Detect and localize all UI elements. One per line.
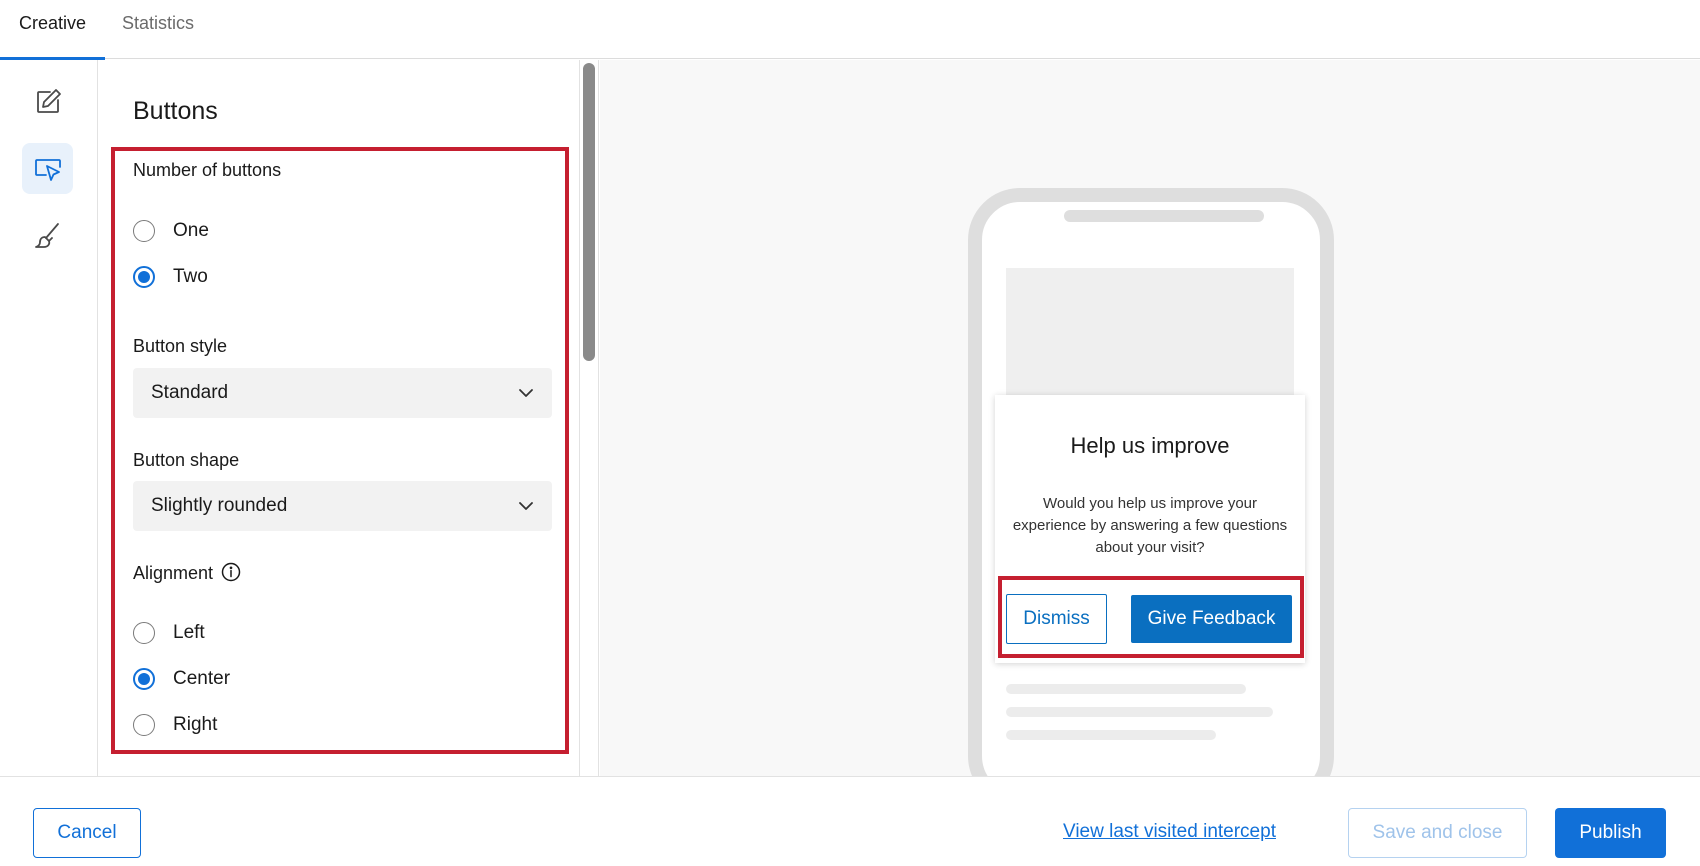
top-tab-bar: Creative Statistics <box>0 0 1700 60</box>
panel-title: Buttons <box>133 97 218 125</box>
tab-creative[interactable]: Creative <box>0 0 105 60</box>
popup-body: Would you help us improve your experienc… <box>1012 495 1288 556</box>
button-shape-value: Slightly rounded <box>151 495 288 516</box>
radio-center[interactable]: Center <box>133 666 230 692</box>
brush-icon <box>34 222 59 248</box>
button-style-value: Standard <box>151 382 229 403</box>
radio-label: Left <box>173 622 205 643</box>
tab-creative-label: Creative <box>18 13 87 33</box>
cancel-button[interactable]: Cancel <box>33 808 141 858</box>
placeholder-image-block <box>1006 268 1294 398</box>
button-shape-label: Button shape <box>133 450 240 470</box>
placeholder-line <box>1006 707 1273 717</box>
rail-style-button[interactable] <box>22 210 73 261</box>
view-last-visited-intercept-link[interactable]: View last visited intercept <box>1063 821 1276 843</box>
popup-title: Help us improve <box>1070 433 1230 458</box>
radio-circle[interactable] <box>133 220 155 242</box>
phone-notch <box>1064 210 1264 222</box>
radio-label: Right <box>173 714 218 735</box>
tab-statistics[interactable]: Statistics <box>122 0 194 59</box>
radio-label: One <box>173 220 209 241</box>
side-icon-rail <box>0 60 98 776</box>
alignment-label-text: Alignment <box>133 563 214 583</box>
radio-one[interactable]: One <box>133 218 209 244</box>
pointer-click-icon <box>34 158 61 181</box>
alignment-label: Alignment <box>133 562 241 584</box>
radio-right[interactable]: Right <box>133 712 217 738</box>
radio-label: Two <box>173 266 208 287</box>
radio-two[interactable]: Two <box>133 264 208 290</box>
placeholder-line <box>1006 730 1216 740</box>
radio-circle-checked[interactable] <box>133 668 155 690</box>
chevron-down-icon <box>519 502 533 510</box>
button-style-select[interactable]: Standard <box>133 368 552 418</box>
settings-panel: Buttons Number of buttons One Two Button… <box>99 60 579 776</box>
number-of-buttons-label: Number of buttons <box>133 160 282 180</box>
rail-buttons-button[interactable] <box>22 143 73 194</box>
radio-circle[interactable] <box>133 622 155 644</box>
panel-scrollbar[interactable] <box>579 60 599 850</box>
footer-bar: Cancel View last visited intercept Save … <box>0 776 1700 866</box>
preview-give-feedback-button[interactable]: Give Feedback <box>1131 595 1292 643</box>
button-style-label: Button style <box>133 336 228 356</box>
scrollbar-thumb[interactable] <box>583 63 595 361</box>
radio-circle-checked[interactable] <box>133 266 155 288</box>
chevron-down-icon <box>519 389 533 397</box>
radio-left[interactable]: Left <box>133 620 205 646</box>
edit-icon <box>36 88 61 113</box>
button-shape-select[interactable]: Slightly rounded <box>133 481 552 531</box>
placeholder-line <box>1006 684 1246 694</box>
radio-label: Center <box>173 668 231 689</box>
save-and-close-button[interactable]: Save and close <box>1348 808 1527 858</box>
tab-statistics-label: Statistics <box>122 13 195 33</box>
preview-dismiss-button[interactable]: Dismiss <box>1006 594 1107 644</box>
publish-button[interactable]: Publish <box>1555 808 1666 858</box>
rail-edit-button[interactable] <box>22 76 73 127</box>
radio-circle[interactable] <box>133 714 155 736</box>
info-icon[interactable] <box>221 562 241 582</box>
